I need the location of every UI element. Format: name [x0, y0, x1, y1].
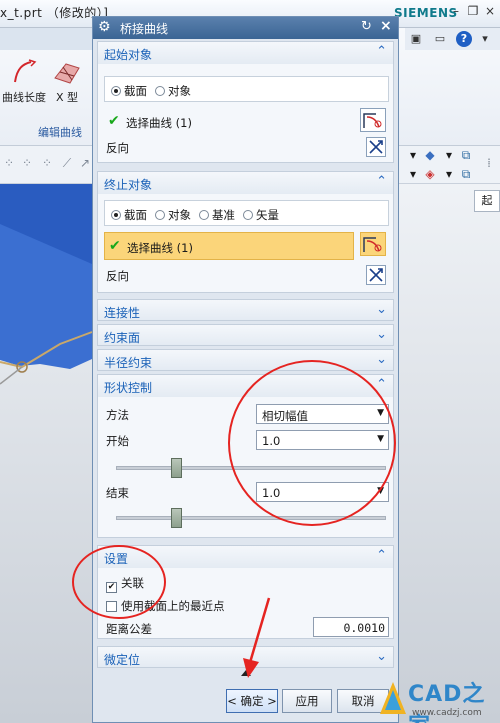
- method-label: 方法: [106, 408, 129, 422]
- chevron-down-icon[interactable]: ⌄: [376, 302, 387, 317]
- annotation-circle-associative: [72, 545, 166, 619]
- constraint-face-title: 约束面: [104, 331, 141, 345]
- dialog-button-bar: < 确定 > 应用 取消: [93, 685, 398, 722]
- end-radio-object[interactable]: 对象: [155, 207, 191, 223]
- end-object-section: 终止对象 ⌃ 截面 对象 基准 矢量 ✔ 选择曲线 (1) 反向: [97, 171, 394, 293]
- render-style-dropdown-icon[interactable]: ▾: [440, 165, 458, 183]
- start-select-curve-label: 选择曲线 (1): [126, 116, 192, 130]
- layer-icon[interactable]: ⧉: [457, 146, 475, 164]
- x-type-tool[interactable]: X 型: [50, 58, 84, 105]
- help-icon[interactable]: ?: [456, 31, 472, 47]
- start-reverse-button[interactable]: [366, 137, 386, 157]
- radius-constraint-title: 半径约束: [104, 356, 153, 370]
- edit-curve-group-label: 编辑曲线: [38, 126, 82, 139]
- minimize-button[interactable]: –: [448, 3, 464, 19]
- start-reverse-label: 反向: [106, 141, 129, 155]
- apply-button[interactable]: 应用: [282, 689, 332, 713]
- start-curve-select-button[interactable]: [360, 108, 386, 132]
- end-object-header[interactable]: 终止对象 ⌃: [98, 172, 393, 194]
- end-radio-vector[interactable]: 矢量: [243, 207, 279, 223]
- shape-control-title: 形状控制: [104, 381, 153, 395]
- continuity-section[interactable]: 连接性 ⌄: [97, 299, 394, 321]
- end-reverse-label: 反向: [106, 269, 129, 283]
- chevron-up-icon[interactable]: ⌃: [376, 44, 387, 59]
- x-type-surface-icon: [54, 63, 80, 84]
- curve-select-icon: [363, 237, 382, 252]
- end-radio-datum[interactable]: 基准: [199, 207, 235, 223]
- start-type-radio-group: 截面 对象: [104, 76, 389, 102]
- quick-access-icons: ▣ ▭ ? ▾: [405, 28, 500, 50]
- chevron-up-icon[interactable]: ⌃: [376, 377, 387, 392]
- chevron-up-icon[interactable]: ⌃: [376, 548, 387, 563]
- start-slider-thumb[interactable]: [171, 458, 182, 478]
- end-slider-thumb[interactable]: [171, 508, 182, 528]
- ok-button[interactable]: < 确定 >: [226, 689, 278, 713]
- monitor-icon[interactable]: ▭: [432, 31, 448, 47]
- continuity-title: 连接性: [104, 306, 141, 320]
- start-object-header[interactable]: 起始对象 ⌃: [98, 42, 393, 64]
- fine-positioning-title: 微定位: [104, 653, 141, 667]
- check-icon: ✔: [109, 238, 121, 254]
- cube-dropdown-icon[interactable]: ▾: [440, 146, 458, 164]
- chevron-down-icon[interactable]: ⌄: [376, 649, 387, 664]
- start-select-curve-row[interactable]: ✔ 选择曲线 (1): [104, 108, 354, 136]
- reverse-direction-icon: [369, 140, 383, 154]
- ribbon-tab-strip: [0, 28, 96, 50]
- curve-length-icon: [14, 59, 37, 83]
- chevron-down-icon[interactable]: ▾: [477, 31, 493, 47]
- end-magnitude-label: 结束: [106, 486, 129, 500]
- snap-line-icon[interactable]: ⟋: [58, 154, 76, 172]
- end-object-title: 终止对象: [104, 178, 153, 192]
- end-type-radio-group: 截面 对象 基准 矢量: [104, 200, 389, 226]
- orient-view-icon[interactable]: ⧉: [457, 165, 475, 183]
- cadzj-watermark: CAD之家 www.cadzj.com: [378, 676, 500, 723]
- gear-icon[interactable]: ⚙: [98, 19, 111, 35]
- end-reverse-button[interactable]: [366, 265, 386, 285]
- snap-center-icon[interactable]: ⁘: [38, 154, 56, 172]
- start-radio-section[interactable]: 截面: [111, 83, 147, 99]
- close-window-button[interactable]: ×: [482, 3, 498, 19]
- radius-constraint-section[interactable]: 半径约束 ⌄: [97, 349, 394, 371]
- render-dropdown-icon[interactable]: ▾: [404, 165, 422, 183]
- chevron-down-icon[interactable]: ⌄: [376, 327, 387, 342]
- watermark-url: www.cadzj.com: [412, 708, 482, 718]
- annotation-arrow: [243, 597, 271, 678]
- cadzj-logo-icon: [380, 682, 406, 714]
- reset-icon[interactable]: ↻: [361, 19, 372, 34]
- close-icon[interactable]: ×: [380, 18, 392, 34]
- end-select-curve-label: 选择曲线 (1): [127, 241, 193, 255]
- end-select-curve-row[interactable]: ✔ 选择曲线 (1): [104, 232, 354, 260]
- start-radio-object[interactable]: 对象: [155, 83, 191, 99]
- window-layout-icon[interactable]: ▣: [408, 31, 424, 47]
- cube-icon[interactable]: ◆: [421, 146, 439, 164]
- curve-select-icon: [363, 113, 382, 128]
- distance-tolerance-value: 0.0010: [343, 621, 385, 635]
- check-icon: ✔: [108, 113, 120, 129]
- view-dropdown-icon[interactable]: ▾: [404, 146, 422, 164]
- chevron-down-icon[interactable]: ⌄: [376, 352, 387, 367]
- more-tools-icon[interactable]: ⁞: [480, 154, 498, 172]
- end-curve-select-button[interactable]: [360, 232, 386, 256]
- reverse-direction-icon: [369, 268, 383, 282]
- restore-button[interactable]: ❐: [465, 3, 481, 19]
- annotation-circle-shape-control: [228, 360, 396, 526]
- start-magnitude-label: 开始: [106, 434, 129, 448]
- snap-icon[interactable]: ⁘: [0, 154, 18, 172]
- dialog-title-bar[interactable]: ⚙ 桥接曲线 ↻ ×: [93, 17, 398, 39]
- constraint-face-section[interactable]: 约束面 ⌄: [97, 324, 394, 346]
- distance-tolerance-input[interactable]: 0.0010: [313, 617, 389, 637]
- dialog-title: 桥接曲线: [120, 22, 169, 36]
- snap-point-icon[interactable]: ⁘: [18, 154, 36, 172]
- start-object-section: 起始对象 ⌃ 截面 对象 ✔ 选择曲线 (1) 反向: [97, 41, 394, 163]
- distance-tolerance-label: 距离公差: [106, 622, 152, 636]
- x-type-label: X 型: [55, 91, 79, 104]
- start-object-title: 起始对象: [104, 48, 153, 62]
- chevron-up-icon[interactable]: ⌃: [376, 174, 387, 189]
- curve-length-label: 曲线长度: [2, 91, 46, 104]
- render-style-icon[interactable]: ◈: [421, 165, 439, 183]
- end-radio-section[interactable]: 截面: [111, 207, 147, 223]
- curve-length-tool[interactable]: 曲线长度: [2, 58, 46, 105]
- side-tab[interactable]: 起: [474, 190, 500, 212]
